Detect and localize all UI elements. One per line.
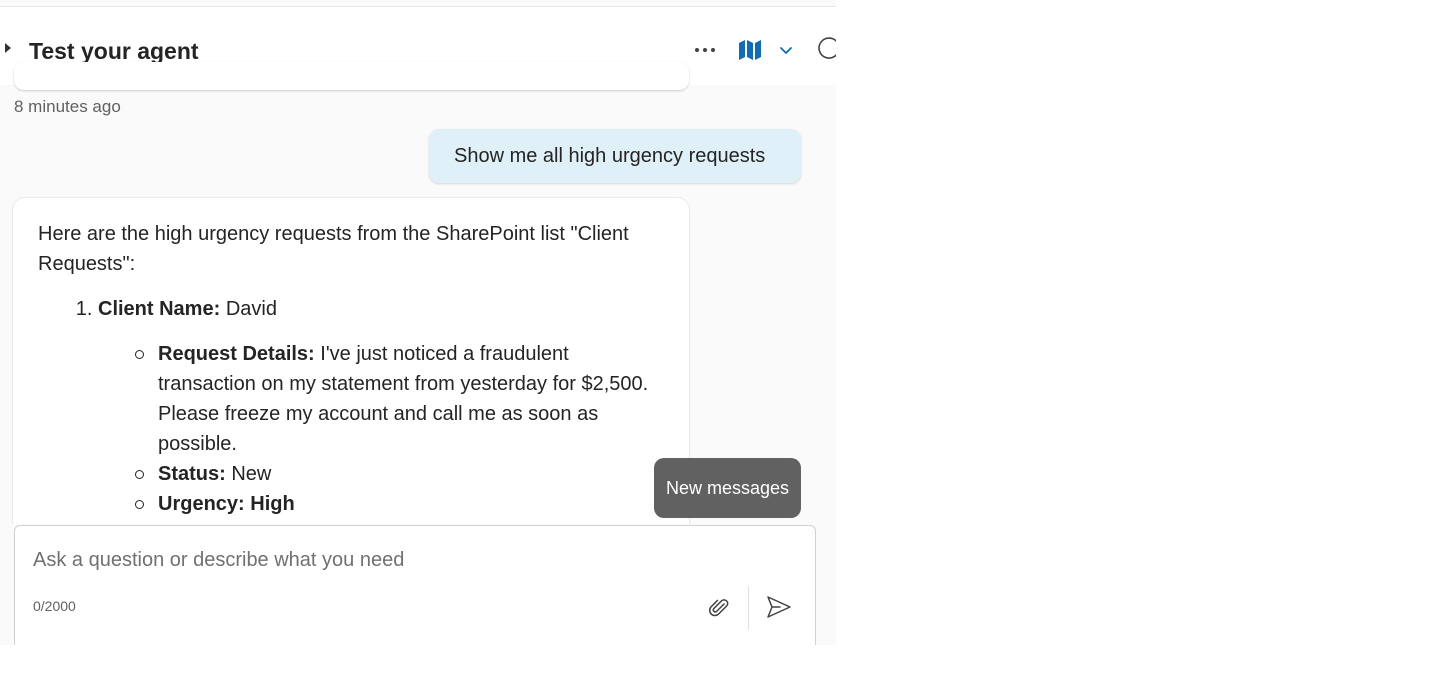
request-detail-list: Request Details: I've just noticed a fra… [98, 339, 664, 519]
status-item: Status: New [135, 459, 664, 489]
user-message-bubble: Show me all high urgency requests [429, 129, 801, 183]
previous-message-card [14, 62, 689, 90]
message-input[interactable] [33, 544, 793, 576]
client-name-value: David [225, 298, 277, 320]
send-icon[interactable] [762, 590, 796, 624]
bot-response-intro: Here are the high urgency requests from … [38, 223, 629, 275]
request-details-label: Request Details: [158, 343, 315, 365]
urgency-item: Urgency: High [135, 489, 664, 519]
urgency-label: Urgency: High [158, 493, 295, 515]
map-icon[interactable] [735, 36, 765, 64]
more-options-icon[interactable] [690, 36, 720, 64]
attach-icon[interactable] [703, 592, 735, 624]
new-messages-button[interactable]: New messages [654, 458, 801, 518]
test-agent-panel: Test your agent 8 minutes ago Show me al… [0, 0, 836, 645]
refresh-icon[interactable] [814, 34, 836, 64]
message-timestamp: 8 minutes ago [14, 97, 121, 116]
character-count: 0/2000 [33, 598, 76, 614]
send-divider [748, 586, 749, 630]
request-item: Client Name: David Request Details: I've… [98, 294, 664, 519]
composer-box: 0/2000 [14, 525, 816, 645]
status-value: New [231, 463, 272, 485]
client-name-label: Client Name: [98, 298, 221, 320]
bot-response-card: Here are the high urgency requests from … [13, 198, 689, 558]
expand-caret-icon[interactable] [5, 43, 11, 53]
status-label: Status: [158, 463, 226, 485]
request-list: Client Name: David Request Details: I've… [38, 294, 664, 519]
chevron-down-icon[interactable] [775, 38, 797, 62]
request-details-item: Request Details: I've just noticed a fra… [135, 339, 664, 459]
